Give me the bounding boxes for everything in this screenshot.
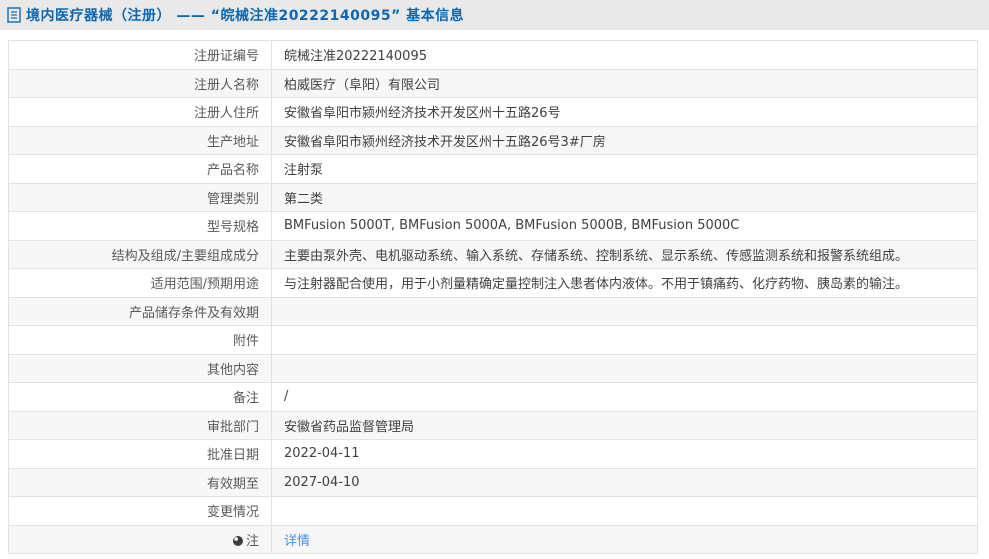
table-row: 注册证编号 皖械注准20222140095 — [8, 40, 978, 70]
row-label: 注册证编号 — [8, 40, 272, 70]
row-label: 生产地址 — [8, 125, 272, 155]
page-header: 境内医疗器械（注册） —— “皖械注准20222140095” 基本信息 — [0, 0, 989, 30]
row-label: 其他内容 — [8, 353, 272, 383]
row-label: 审批部门 — [8, 410, 272, 440]
table-row: 生产地址 安徽省阜阳市颍州经济技术开发区州十五路26号3#厂房 — [8, 125, 978, 155]
table-row: 附件 — [8, 325, 978, 355]
row-value — [271, 353, 978, 383]
row-label: 产品储存条件及有效期 — [8, 296, 272, 326]
table-row: 适用范围/预期用途 与注射器配合使用，用于小剂量精确定量控制注入患者体内液体。不用… — [8, 268, 978, 298]
table-row: 备注 / — [8, 382, 978, 412]
table-row: 产品名称 注射泵 — [8, 154, 978, 184]
document-icon — [7, 7, 21, 23]
row-value: 安徽省阜阳市颍州经济技术开发区州十五路26号3#厂房 — [271, 125, 978, 155]
row-label: 注册人名称 — [8, 68, 272, 98]
row-value — [271, 496, 978, 526]
table-row: 变更情况 — [8, 496, 978, 526]
row-value: BMFusion 5000T, BMFusion 5000A, BMFusion… — [271, 211, 978, 241]
row-label: 有效期至 — [8, 467, 272, 497]
row-value — [271, 296, 978, 326]
row-value: 安徽省药品监督管理局 — [271, 410, 978, 440]
table-row: 结构及组成/主要组成成分 主要由泵外壳、电机驱动系统、输入系统、存储系统、控制系统… — [8, 239, 978, 269]
row-value: 主要由泵外壳、电机驱动系统、输入系统、存储系统、控制系统、显示系统、传感监测系统… — [271, 239, 978, 269]
table-row: 管理类别 第二类 — [8, 182, 978, 212]
row-label: 注册人住所 — [8, 97, 272, 127]
row-value: 第二类 — [271, 182, 978, 212]
registration-table: 注册证编号 皖械注准20222140095 注册人名称 柏威医疗（阜阳）有限公司 注册人… — [8, 40, 978, 554]
row-value: 2027-04-10 — [271, 467, 978, 497]
row-label: 产品名称 — [8, 154, 272, 184]
registration-table-body: 注册证编号 皖械注准20222140095 注册人名称 柏威医疗（阜阳）有限公司 注册人… — [8, 40, 978, 554]
row-label: 结构及组成/主要组成成分 — [8, 239, 272, 269]
table-row: 产品储存条件及有效期 — [8, 296, 978, 326]
note-bullet-icon — [232, 535, 243, 546]
row-value: 详情 — [271, 524, 978, 554]
row-label: 型号规格 — [8, 211, 272, 241]
row-value: 2022-04-11 — [271, 439, 978, 469]
table-row: 注册人名称 柏威医疗（阜阳）有限公司 — [8, 68, 978, 98]
row-label: 备注 — [8, 382, 272, 412]
row-value: / — [271, 382, 978, 412]
row-label: 管理类别 — [8, 182, 272, 212]
table-row: 审批部门 安徽省药品监督管理局 — [8, 410, 978, 440]
row-label: 适用范围/预期用途 — [8, 268, 272, 298]
row-label: 批准日期 — [8, 439, 272, 469]
page-title: 境内医疗器械（注册） —— “皖械注准20222140095” 基本信息 — [26, 8, 465, 24]
row-label: 注 — [8, 524, 272, 554]
row-value: 安徽省阜阳市颍州经济技术开发区州十五路26号 — [271, 97, 978, 127]
table-row: 有效期至 2027-04-10 — [8, 467, 978, 497]
row-value: 与注射器配合使用，用于小剂量精确定量控制注入患者体内液体。不用于镇痛药、化疗药物… — [271, 268, 978, 298]
row-value: 柏威医疗（阜阳）有限公司 — [271, 68, 978, 98]
table-row: 型号规格 BMFusion 5000T, BMFusion 5000A, BMFu… — [8, 211, 978, 241]
row-value: 注射泵 — [271, 154, 978, 184]
table-row: 注详情 — [8, 524, 978, 554]
row-value: 皖械注准20222140095 — [271, 40, 978, 70]
detail-link[interactable]: 详情 — [284, 534, 310, 549]
row-label: 附件 — [8, 325, 272, 355]
row-label: 变更情况 — [8, 496, 272, 526]
table-row: 批准日期 2022-04-11 — [8, 439, 978, 469]
row-value — [271, 325, 978, 355]
table-row: 其他内容 — [8, 353, 978, 383]
table-row: 注册人住所 安徽省阜阳市颍州经济技术开发区州十五路26号 — [8, 97, 978, 127]
